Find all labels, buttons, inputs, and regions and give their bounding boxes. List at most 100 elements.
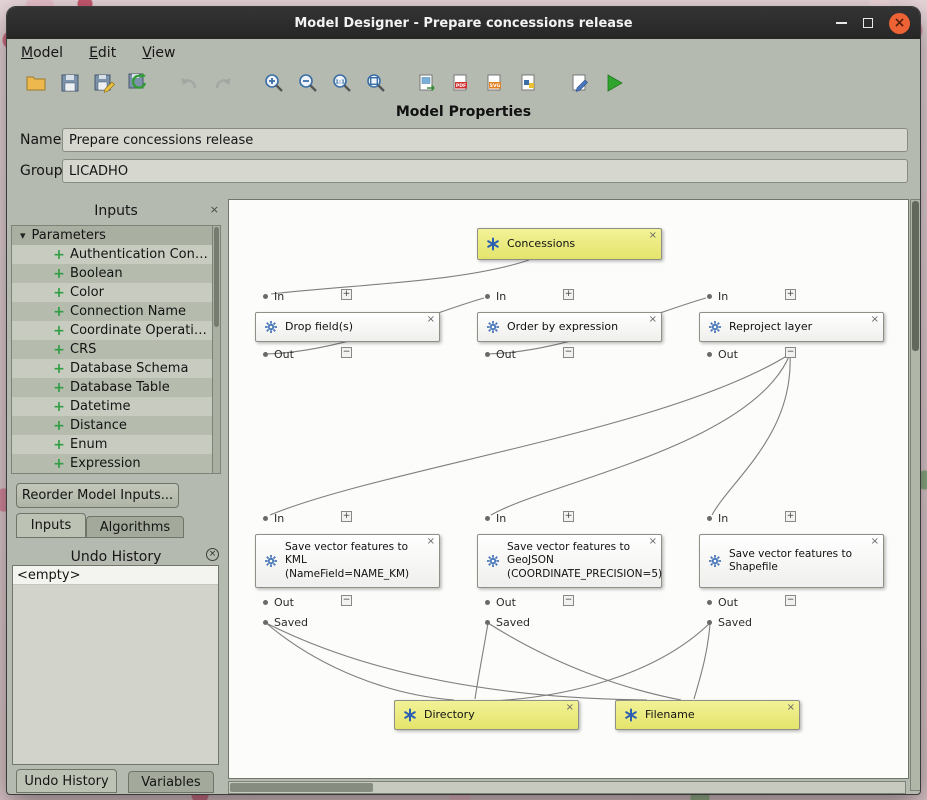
zoom-out-button[interactable] (295, 70, 321, 96)
undo-history-list[interactable]: <empty> (12, 565, 219, 765)
collapse-out-button[interactable]: − (563, 595, 574, 606)
tree-item-database-schema[interactable]: +Database Schema (12, 359, 219, 378)
in-port-reproject[interactable]: In (707, 290, 728, 303)
socket-dot[interactable] (707, 516, 712, 521)
save-model-button[interactable] (57, 70, 83, 96)
out-port-order-by[interactable]: Out (485, 348, 516, 361)
inputs-panel-close-icon[interactable]: × (210, 203, 219, 216)
remove-node-icon[interactable]: × (427, 536, 435, 547)
model-node-reproject-layer[interactable]: Reproject layer × (699, 312, 884, 342)
model-node-save-geojson[interactable]: Save vector features to GeoJSON (COORDIN… (477, 534, 662, 588)
reorder-model-inputs-button[interactable]: Reorder Model Inputs... (16, 483, 179, 508)
tab-inputs[interactable]: Inputs (16, 513, 86, 538)
socket-dot[interactable] (485, 600, 490, 605)
socket-dot[interactable] (707, 294, 712, 299)
model-group-input[interactable] (62, 159, 908, 183)
tree-item-boolean[interactable]: +Boolean (12, 264, 219, 283)
menu-model[interactable]: Model (21, 45, 63, 61)
socket-dot[interactable] (485, 352, 490, 357)
expand-in-button[interactable]: + (563, 511, 574, 522)
model-node-drop-fields[interactable]: Drop field(s) × (255, 312, 440, 342)
undo-empty-item[interactable]: <empty> (13, 566, 218, 585)
scrollbar-thumb[interactable] (912, 201, 919, 351)
socket-dot[interactable] (707, 620, 712, 625)
menu-view[interactable]: View (142, 45, 175, 61)
out-port-save-shapefile[interactable]: Out (707, 596, 738, 609)
in-port-save-shapefile[interactable]: In (707, 512, 728, 525)
tab-undo-history[interactable]: Undo History (16, 769, 117, 793)
close-icon[interactable]: × (889, 13, 910, 34)
out-port-save-kml[interactable]: Out (263, 596, 294, 609)
save-in-project-button[interactable] (125, 70, 151, 96)
export-python-button[interactable] (516, 70, 542, 96)
expand-in-button[interactable]: + (785, 511, 796, 522)
expand-in-button[interactable]: + (563, 289, 574, 300)
inputs-tree-scrollbar[interactable] (212, 225, 221, 474)
canvas-vertical-scrollbar[interactable] (910, 199, 921, 791)
model-canvas[interactable]: Concessions × In + In + In + Drop field(… (228, 199, 909, 779)
expand-in-button[interactable]: + (785, 289, 796, 300)
saved-output-kml[interactable]: Saved (263, 616, 308, 629)
tree-item-enum[interactable]: +Enum (12, 435, 219, 454)
saved-output-geojson[interactable]: Saved (485, 616, 530, 629)
out-port-drop-fields[interactable]: Out (263, 348, 294, 361)
undo-panel-close-icon[interactable]: × (206, 548, 219, 561)
out-port-save-geojson[interactable]: Out (485, 596, 516, 609)
titlebar[interactable]: Model Designer - Prepare concessions rel… (7, 7, 920, 39)
save-model-as-button[interactable] (91, 70, 117, 96)
socket-dot[interactable] (485, 620, 490, 625)
remove-node-icon[interactable]: × (649, 230, 657, 241)
tree-item-authentication[interactable]: +Authentication Con… (12, 245, 219, 264)
model-node-filename[interactable]: Filename × (615, 700, 800, 730)
zoom-actual-button[interactable]: 1:1 (329, 70, 355, 96)
collapse-out-button[interactable]: − (341, 595, 352, 606)
canvas-horizontal-scrollbar[interactable] (228, 781, 906, 794)
menu-edit[interactable]: Edit (89, 45, 116, 61)
socket-dot[interactable] (263, 294, 268, 299)
collapse-out-button[interactable]: − (785, 595, 796, 606)
collapse-out-button[interactable]: − (563, 347, 574, 358)
tree-item-parameters[interactable]: ▾ Parameters (12, 226, 219, 245)
socket-dot[interactable] (485, 516, 490, 521)
tree-item-datetime[interactable]: +Datetime (12, 397, 219, 416)
model-node-save-shapefile[interactable]: Save vector features to Shapefile × (699, 534, 884, 588)
remove-node-icon[interactable]: × (787, 702, 795, 713)
scrollbar-thumb[interactable] (230, 783, 373, 792)
socket-dot[interactable] (263, 600, 268, 605)
minimize-icon[interactable] (836, 22, 847, 24)
saved-output-shapefile[interactable]: Saved (707, 616, 752, 629)
socket-dot[interactable] (485, 294, 490, 299)
collapse-arrow-icon[interactable]: ▾ (20, 229, 26, 242)
tab-variables[interactable]: Variables (128, 771, 214, 793)
out-port-reproject[interactable]: Out (707, 348, 738, 361)
remove-node-icon[interactable]: × (871, 314, 879, 325)
in-port-drop-fields[interactable]: In (263, 290, 284, 303)
zoom-in-button[interactable] (261, 70, 287, 96)
undo-button[interactable] (176, 70, 202, 96)
tree-item-color[interactable]: +Color (12, 283, 219, 302)
open-model-button[interactable] (23, 70, 49, 96)
export-pdf-button[interactable]: PDF (448, 70, 474, 96)
redo-button[interactable] (210, 70, 236, 96)
expand-in-button[interactable]: + (341, 511, 352, 522)
tree-item-crs[interactable]: +CRS (12, 340, 219, 359)
tree-item-distance[interactable]: +Distance (12, 416, 219, 435)
in-port-save-kml[interactable]: In (263, 512, 284, 525)
tree-item-expression[interactable]: +Expression (12, 454, 219, 473)
expand-in-button[interactable]: + (341, 289, 352, 300)
model-node-concessions[interactable]: Concessions × (477, 228, 662, 260)
remove-node-icon[interactable]: × (566, 702, 574, 713)
collapse-out-button[interactable]: − (341, 347, 352, 358)
model-node-save-kml[interactable]: Save vector features to KML (NameField=N… (255, 534, 440, 588)
remove-node-icon[interactable]: × (427, 314, 435, 325)
export-svg-button[interactable]: SVG (482, 70, 508, 96)
in-port-order-by[interactable]: In (485, 290, 506, 303)
model-node-order-by-expression[interactable]: Order by expression × (477, 312, 662, 342)
socket-dot[interactable] (263, 352, 268, 357)
remove-node-icon[interactable]: × (649, 314, 657, 325)
maximize-icon[interactable] (863, 18, 873, 28)
socket-dot[interactable] (263, 516, 268, 521)
socket-dot[interactable] (263, 620, 268, 625)
tab-algorithms[interactable]: Algorithms (86, 516, 184, 538)
model-name-input[interactable] (62, 128, 908, 152)
